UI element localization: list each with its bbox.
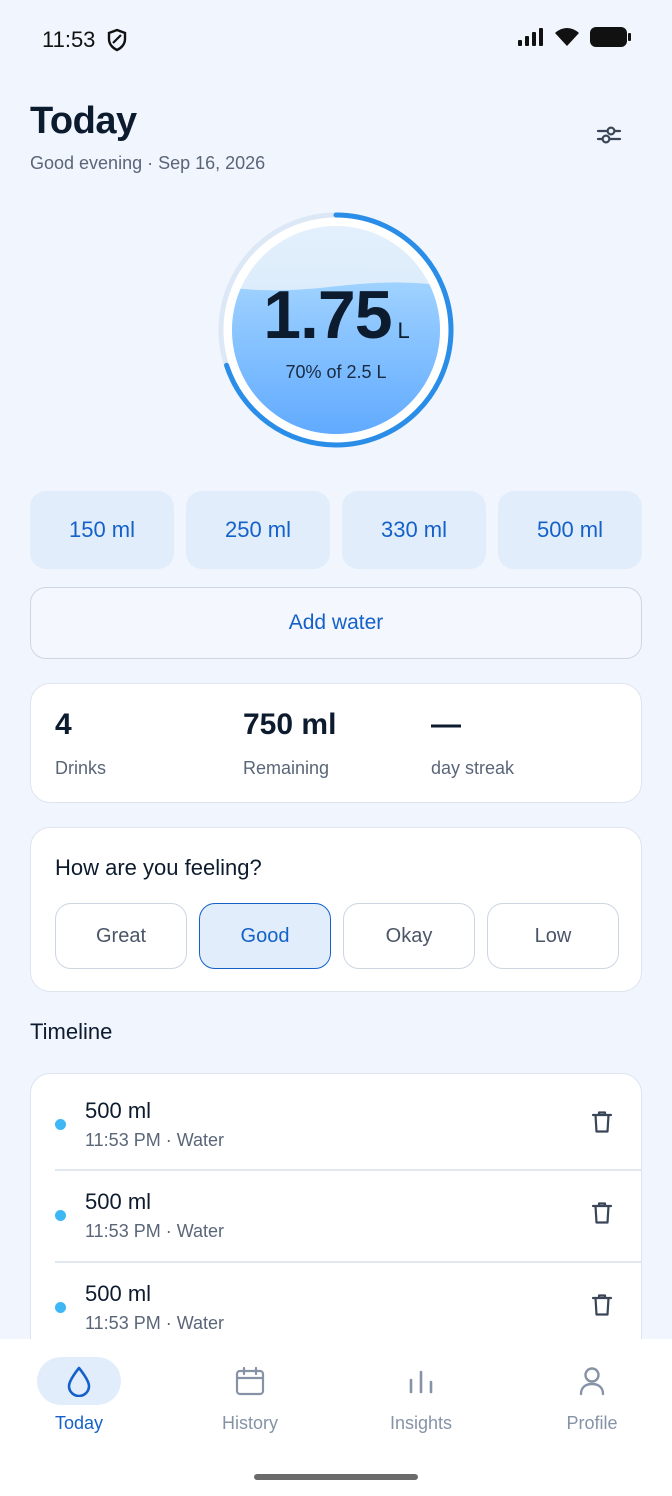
settings-button[interactable] — [584, 112, 634, 162]
stat-streak: — day streak — [431, 708, 514, 779]
bar-chart-icon — [409, 1370, 433, 1394]
nav-icon-pill — [208, 1357, 292, 1405]
page-title: Today — [30, 100, 137, 142]
delete-entry-button[interactable] — [591, 1110, 613, 1139]
nav-icon-pill — [379, 1357, 463, 1405]
timeline-dot — [55, 1210, 66, 1221]
timeline-item: 500 ml 11:53 PM · Water — [31, 1257, 641, 1348]
timeline-meta: 11:53 PM · Water — [85, 1130, 225, 1150]
quick-add-250-button[interactable]: 250 ml — [186, 491, 330, 569]
stat-label: Drinks — [55, 758, 107, 778]
nav-insights[interactable]: Insights — [335, 1357, 507, 1434]
trash-icon — [591, 1111, 613, 1133]
stat-value: — — [431, 708, 461, 741]
mood-title: How are you feeling? — [55, 855, 262, 880]
trash-icon — [591, 1294, 613, 1316]
timeline-item: 500 ml 11:53 PM · Water — [31, 1074, 641, 1165]
intake-value: 1.75 L — [216, 276, 456, 354]
stat-label: day streak — [431, 758, 515, 778]
mood-options: Great Good Okay Low — [55, 903, 619, 969]
quick-add-500-button[interactable]: 500 ml — [498, 491, 642, 569]
stat-label: Remaining — [243, 758, 330, 778]
quick-add-330-button[interactable]: 330 ml — [342, 491, 486, 569]
mood-great-button[interactable]: Great — [55, 903, 187, 969]
timeline-title: Timeline — [30, 1019, 113, 1044]
status-bar: 11:53 — [0, 0, 672, 80]
stat-drinks: 4 Drinks — [55, 708, 106, 779]
timeline-list: 500 ml 11:53 PM · Water 500 ml 11:53 PM … — [30, 1073, 642, 1373]
home-indicator[interactable] — [254, 1474, 418, 1480]
calendar-icon — [235, 1366, 265, 1396]
sliders-icon — [596, 124, 622, 151]
quick-add-row: 150 ml 250 ml 330 ml 500 ml — [30, 491, 642, 569]
timeline-amount: 500 ml — [85, 1098, 152, 1123]
nav-label: Profile — [566, 1413, 618, 1433]
timeline-amount: 500 ml — [85, 1189, 152, 1214]
stat-remaining: 750 ml Remaining — [243, 708, 336, 779]
mood-low-button[interactable]: Low — [487, 903, 619, 969]
delete-entry-button[interactable] — [591, 1293, 613, 1322]
trash-icon — [591, 1202, 613, 1224]
nav-today[interactable]: Today — [0, 1357, 165, 1434]
drop-icon — [67, 1366, 91, 1397]
person-icon — [579, 1367, 605, 1396]
intake-unit: L — [397, 318, 410, 343]
stat-value: 4 — [55, 708, 72, 741]
timeline-amount: 500 ml — [85, 1281, 152, 1306]
intake-percent: 70% of 2.5 L — [285, 362, 387, 382]
nav-profile[interactable]: Profile — [506, 1357, 672, 1434]
timeline-meta: 11:53 PM · Water — [85, 1313, 225, 1333]
stats-card: 4 Drinks 750 ml Remaining — day streak — [30, 683, 642, 803]
intake-amount: 1.75 — [263, 277, 392, 353]
wifi-icon — [554, 27, 580, 52]
timeline-dot — [55, 1119, 66, 1130]
quick-add-150-button[interactable]: 150 ml — [30, 491, 174, 569]
shield-icon — [106, 28, 128, 57]
delete-entry-button[interactable] — [591, 1201, 613, 1230]
mood-card: How are you feeling? Great Good Okay Low — [30, 827, 642, 992]
nav-label: Today — [54, 1413, 104, 1433]
nav-icon-pill — [37, 1357, 121, 1405]
battery-icon — [590, 27, 632, 52]
nav-label: History — [221, 1413, 278, 1433]
status-icons — [518, 27, 632, 52]
nav-history[interactable]: History — [164, 1357, 336, 1434]
mood-okay-button[interactable]: Okay — [343, 903, 475, 969]
bottom-nav: Today History Insights Profile — [0, 1339, 672, 1496]
nav-label: Insights — [389, 1413, 453, 1433]
page-subtitle: Good evening · Sep 16, 2026 — [30, 153, 266, 173]
nav-icon-pill — [550, 1357, 634, 1405]
mood-good-button[interactable]: Good — [199, 903, 331, 969]
timeline-dot — [55, 1302, 66, 1313]
timeline-meta: 11:53 PM · Water — [85, 1221, 225, 1241]
status-time: 11:53 — [42, 27, 96, 52]
stat-value: 750 ml — [243, 708, 337, 741]
add-water-button[interactable]: Add water — [30, 587, 642, 659]
timeline-item: 500 ml 11:53 PM · Water — [31, 1165, 641, 1256]
cellular-signal-icon — [518, 28, 544, 51]
progress-ring: 1.75 L 70% of 2.5 L — [216, 210, 456, 450]
